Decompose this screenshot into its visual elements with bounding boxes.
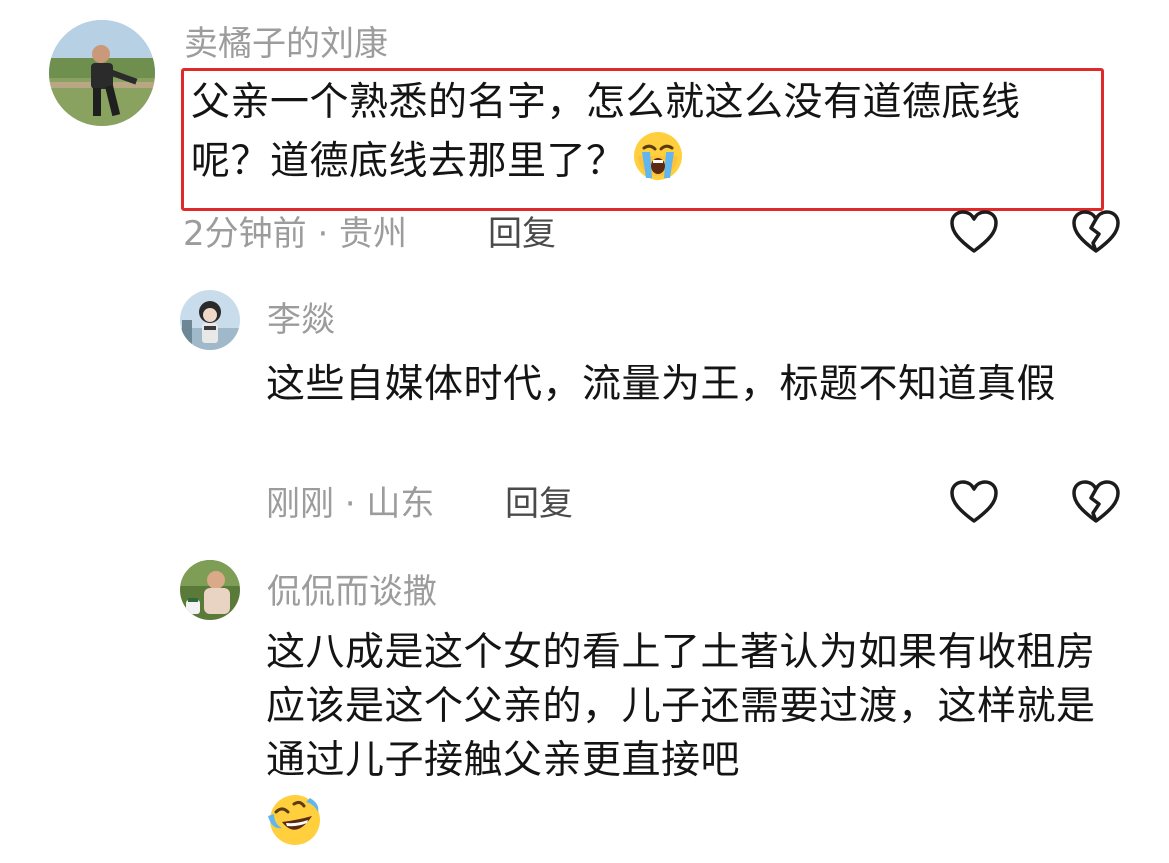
crying-face-icon: [632, 130, 684, 197]
heart-outline-icon[interactable]: [948, 478, 1000, 526]
broken-heart-icon[interactable]: [1070, 208, 1122, 256]
avatar[interactable]: [180, 290, 240, 350]
comment-meta: 2分钟前 · 贵州: [183, 214, 408, 254]
comment-username[interactable]: 李燚: [267, 300, 335, 340]
laughing-tears-face-icon: [266, 790, 324, 863]
comment-username[interactable]: 侃侃而谈撒: [267, 572, 437, 612]
comment-text: 这八成是这个女的看上了土著认为如果有收租房应该是这个父亲的，儿子还需要过渡，这样…: [266, 626, 1096, 863]
comment-body: 父亲一个熟悉的名字，怎么就这么没有道德底线呢？道德底线去那里了？: [191, 80, 1021, 184]
comment-text: 父亲一个熟悉的名字，怎么就这么没有道德底线呢？道德底线去那里了？: [191, 76, 1091, 197]
heart-outline-icon[interactable]: [948, 208, 1000, 256]
reply-button[interactable]: 回复: [505, 484, 573, 524]
comment-body: 这八成是这个女的看上了土著认为如果有收租房应该是这个父亲的，儿子还需要过渡，这样…: [266, 630, 1096, 783]
comment-username[interactable]: 卖橘子的刘康: [184, 24, 388, 64]
comment-text: 这些自媒体时代，流量为王，标题不知道真假: [266, 362, 1057, 407]
broken-heart-icon[interactable]: [1070, 478, 1122, 526]
comment-item: 卖橘子的刘康 父亲一个熟悉的名字，怎么就这么没有道德底线呢？道德底线去那里了？ …: [0, 0, 1169, 270]
comment-meta: 刚刚 · 山东: [266, 484, 435, 524]
reply-button[interactable]: 回复: [488, 214, 556, 254]
comment-item: 侃侃而谈撒 这八成是这个女的看上了土著认为如果有收租房应该是这个父亲的，儿子还需…: [0, 552, 1169, 860]
avatar[interactable]: [180, 560, 240, 620]
avatar[interactable]: [49, 20, 155, 126]
comment-item: 李燚 这些自媒体时代，流量为王，标题不知道真假 刚刚 · 山东 回复: [0, 280, 1169, 540]
